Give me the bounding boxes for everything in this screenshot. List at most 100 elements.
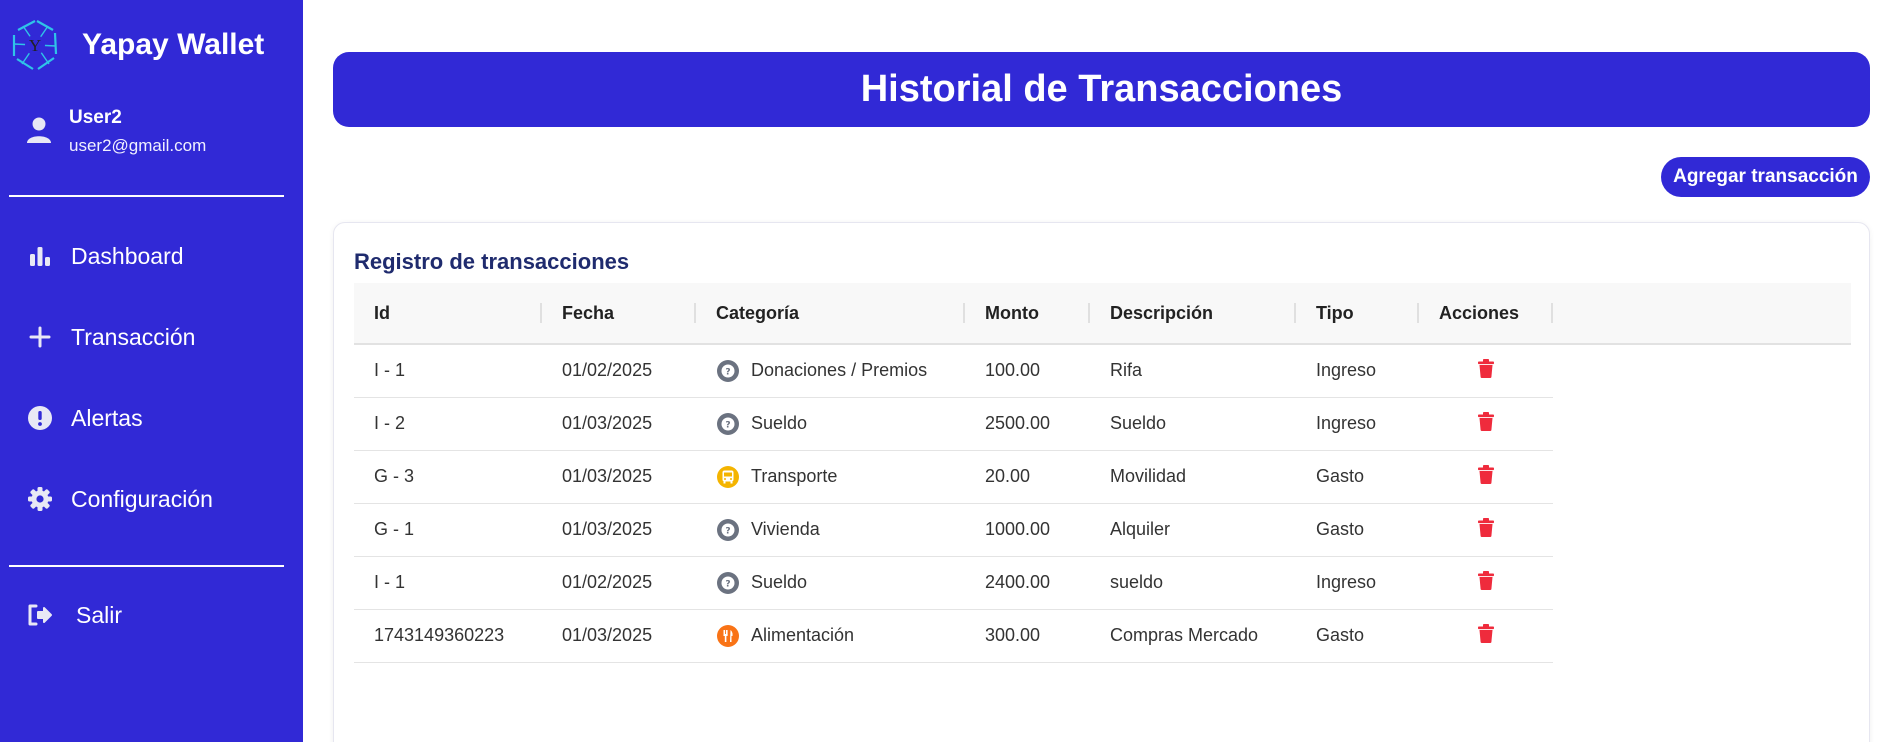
cell-monto: 2400.00 (965, 556, 1090, 610)
cell-descripcion: Movilidad (1090, 450, 1296, 504)
nav-item-configuracion[interactable]: Configuración (26, 485, 213, 513)
nav-label-transaccion: Transacción (71, 323, 196, 350)
cell-acciones (1419, 450, 1553, 504)
cell-categoria: ? Sueldo (696, 397, 965, 451)
sidebar-divider (9, 195, 284, 197)
transactions-table: Id Fecha Categoría Monto Descripción Tip… (354, 283, 1851, 663)
cell-descripcion: Rifa (1090, 344, 1296, 398)
question-icon: ? (716, 571, 740, 595)
user-profile: User2 user2@gmail.com (26, 106, 206, 158)
category-label: Alimentación (751, 625, 855, 645)
table-row: 1743149360223 01/03/2025 Alimentación 30… (354, 609, 1851, 663)
user-icon (27, 117, 51, 143)
user-email: user2@gmail.com (69, 136, 207, 155)
logo-icon: Y (12, 20, 58, 70)
cell-filler (1553, 556, 1851, 609)
nav-item-transaccion[interactable]: Transacción (26, 323, 195, 351)
svg-text:?: ? (725, 420, 730, 430)
card-title: Registro de transacciones (354, 249, 630, 274)
delete-trash-icon[interactable] (1478, 517, 1494, 542)
cell-tipo: Ingreso (1296, 556, 1419, 610)
svg-text:?: ? (725, 579, 730, 589)
table-row: I - 2 01/03/2025 ? Sueldo 2500.00 Sueldo… (354, 397, 1851, 451)
cell-id: I - 2 (354, 397, 542, 451)
cell-tipo: Gasto (1296, 450, 1419, 504)
delete-trash-icon[interactable] (1478, 411, 1494, 436)
nav-label-dashboard: Dashboard (71, 242, 184, 269)
question-icon: ? (716, 518, 740, 542)
cell-monto: 1000.00 (965, 503, 1090, 557)
user-name: User2 (69, 107, 122, 128)
sidebar: Y Yapay Wallet User2 user2@gmail.com Das… (0, 0, 303, 742)
column-header-id[interactable]: Id (354, 283, 542, 344)
sidebar-divider (9, 565, 284, 567)
alert-circle-icon (26, 404, 54, 432)
cell-categoria: Alimentación (696, 609, 965, 663)
cell-filler (1553, 397, 1851, 450)
cell-descripcion: Alquiler (1090, 503, 1296, 557)
table-row: I - 1 01/02/2025 ? Sueldo 2400.00 sueldo… (354, 556, 1851, 610)
delete-trash-icon[interactable] (1478, 623, 1494, 648)
category-label: Sueldo (751, 572, 808, 592)
table-row: G - 1 01/03/2025 ? Vivienda 1000.00 Alqu… (354, 503, 1851, 557)
cell-descripcion: Compras Mercado (1090, 609, 1296, 663)
cell-acciones (1419, 503, 1553, 557)
gear-icon (26, 485, 54, 513)
cell-monto: 20.00 (965, 450, 1090, 504)
cell-filler (1553, 450, 1851, 503)
column-header-monto[interactable]: Monto (965, 283, 1090, 344)
cell-fecha: 01/02/2025 (542, 556, 696, 610)
cell-descripcion: sueldo (1090, 556, 1296, 610)
column-header-tipo[interactable]: Tipo (1296, 283, 1419, 344)
cell-categoria: ? Sueldo (696, 556, 965, 610)
column-header-acciones: Acciones (1419, 283, 1553, 344)
table-header-row: Id Fecha Categoría Monto Descripción Tip… (354, 283, 1851, 344)
delete-trash-icon[interactable] (1478, 570, 1494, 595)
cell-fecha: 01/03/2025 (542, 450, 696, 504)
cell-filler (1553, 609, 1851, 662)
cell-categoria: Transporte (696, 450, 965, 504)
logout-label: Salir (76, 601, 123, 628)
cell-descripcion: Sueldo (1090, 397, 1296, 451)
column-header-fecha[interactable]: Fecha (542, 283, 696, 344)
page-title: Historial de Transacciones (860, 68, 1343, 110)
bus-icon (716, 465, 740, 489)
cell-tipo: Gasto (1296, 609, 1419, 663)
plus-icon (26, 323, 54, 351)
app-title: Yapay Wallet (82, 28, 265, 61)
category-label: Donaciones / Premios (751, 360, 928, 381)
svg-text:?: ? (725, 367, 730, 377)
column-header-categoria[interactable]: Categoría (696, 283, 965, 344)
logout-button[interactable]: Salir (26, 601, 122, 629)
cell-tipo: Ingreso (1296, 344, 1419, 398)
cell-categoria: ? Donaciones / Premios (696, 344, 965, 398)
category-label: Sueldo (751, 413, 808, 433)
cell-id: I - 1 (354, 556, 542, 610)
page-header: Historial de Transacciones (333, 52, 1870, 127)
table-row: G - 3 01/03/2025 Transporte 20.00 Movili… (354, 450, 1851, 504)
nav-item-dashboard[interactable]: Dashboard (26, 242, 184, 270)
cell-categoria: ? Vivienda (696, 503, 965, 557)
add-transaction-button[interactable]: Agregar transacción (1661, 157, 1870, 197)
logout-icon (26, 601, 54, 629)
cell-tipo: Ingreso (1296, 397, 1419, 451)
cell-acciones (1419, 344, 1553, 398)
cell-id: G - 3 (354, 450, 542, 504)
cell-filler (1553, 503, 1851, 556)
cell-acciones (1419, 397, 1553, 451)
utensils-icon (716, 624, 740, 648)
category-label: Transporte (751, 466, 838, 486)
column-header-descripcion[interactable]: Descripción (1090, 283, 1296, 344)
cell-monto: 2500.00 (965, 397, 1090, 451)
nav-label-configuracion: Configuración (71, 485, 213, 512)
question-icon: ? (716, 412, 740, 436)
cell-id: G - 1 (354, 503, 542, 557)
question-icon: ? (716, 359, 740, 383)
svg-text:?: ? (725, 526, 730, 536)
delete-trash-icon[interactable] (1478, 358, 1494, 383)
nav-item-alertas[interactable]: Alertas (26, 404, 143, 432)
cell-fecha: 01/03/2025 (542, 609, 696, 663)
category-label: Vivienda (751, 519, 820, 539)
delete-trash-icon[interactable] (1478, 464, 1494, 489)
cell-tipo: Gasto (1296, 503, 1419, 557)
